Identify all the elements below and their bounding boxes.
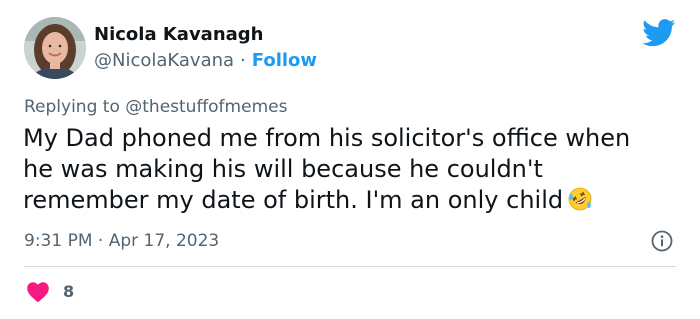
- info-icon[interactable]: [651, 230, 673, 252]
- follow-button[interactable]: Follow: [252, 50, 317, 71]
- handle-separator: ·: [240, 50, 246, 71]
- twitter-bird-icon[interactable]: [642, 19, 676, 47]
- heart-icon[interactable]: [26, 281, 50, 303]
- divider: [24, 266, 676, 267]
- tweet-text-line: My Dad phoned me from his solicitor's of…: [23, 124, 631, 152]
- author-name[interactable]: Nicola Kavanagh: [94, 24, 264, 46]
- tweet-timestamp[interactable]: 9:31 PM · Apr 17, 2023: [24, 230, 219, 252]
- tweet-text-line: he was making his will because he couldn…: [23, 155, 543, 183]
- reply-prefix: Replying to: [24, 97, 120, 117]
- tweet-card: Nicola Kavanagh @NicolaKavana · Follow Rep…: [0, 0, 700, 319]
- tweet-text: My Dad phoned me from his solicitor's of…: [23, 123, 683, 216]
- tweet-text-line: remember my date of birth. I'm an only c…: [23, 185, 683, 216]
- reply-mention-link[interactable]: @thestuffofmemes: [125, 97, 287, 117]
- rolling-on-the-floor-laughing-icon: [567, 186, 593, 212]
- author-handle-row: @NicolaKavana · Follow: [94, 50, 317, 72]
- tweet-text-line-content: remember my date of birth. I'm an only c…: [23, 186, 564, 214]
- like-count: 8: [63, 282, 75, 301]
- avatar[interactable]: [24, 17, 86, 79]
- reply-context: Replying to @thestuffofmemes: [24, 96, 287, 118]
- author-handle[interactable]: @NicolaKavana: [94, 50, 234, 71]
